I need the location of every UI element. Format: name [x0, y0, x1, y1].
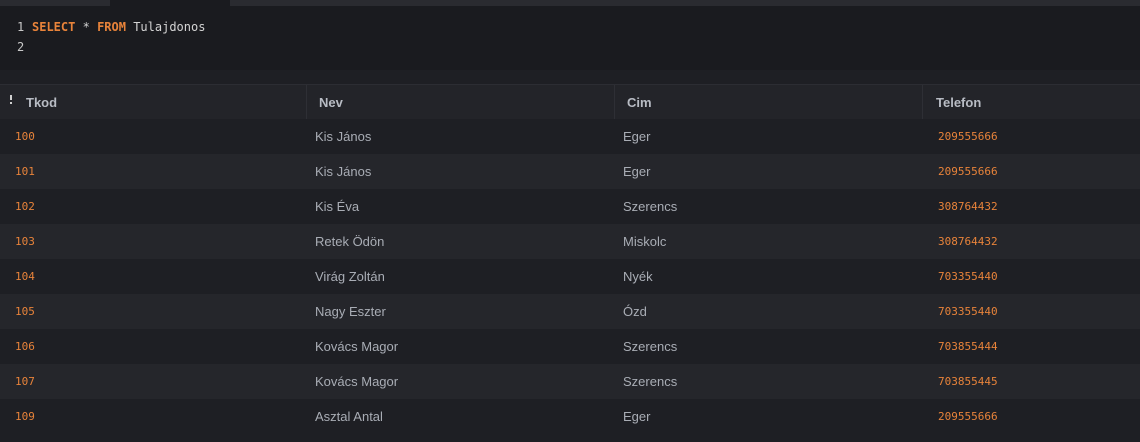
cell-telefon[interactable]: 703355440 [938, 294, 998, 329]
editor-grid-separator [0, 70, 1140, 84]
cell-nev[interactable]: Asztal Antal [315, 399, 383, 434]
editor-line: 2 [0, 37, 1140, 57]
cell-cim[interactable]: Eger [623, 154, 650, 189]
line-number: 2 [17, 40, 25, 54]
column-header-label: Telefon [936, 95, 982, 110]
cell-nev[interactable]: Virág Zoltán [315, 259, 385, 294]
table-row[interactable]: 106 Kovács Magor Szerencs 703855444 [0, 329, 1140, 364]
cell-tkod[interactable]: 109 [15, 399, 35, 434]
cell-nev[interactable]: Kovács Magor [315, 329, 398, 364]
column-header-nev[interactable]: Nev [307, 85, 615, 120]
cell-nev[interactable]: Nagy Eszter [315, 294, 386, 329]
column-header-telefon[interactable]: Telefon [923, 85, 1140, 120]
grid-header: Tkod Nev Cim Telefon [0, 84, 1140, 120]
cell-tkod[interactable]: 101 [15, 154, 35, 189]
column-header-tkod[interactable]: Tkod [0, 85, 307, 120]
cell-telefon[interactable]: 209555666 [938, 399, 998, 434]
cell-telefon[interactable]: 703355440 [938, 259, 998, 294]
column-sort-icon[interactable] [9, 95, 13, 105]
cell-nev[interactable]: Kis János [315, 154, 371, 189]
cell-telefon[interactable]: 209555666 [938, 154, 998, 189]
cell-tkod[interactable]: 102 [15, 189, 35, 224]
cell-nev[interactable]: Retek Ödön [315, 224, 384, 259]
cell-tkod[interactable]: 107 [15, 364, 35, 399]
sql-operator-star: * [82, 20, 90, 34]
table-row[interactable]: 103 Retek Ödön Miskolc 308764432 [0, 224, 1140, 259]
cell-telefon[interactable]: 209555666 [938, 119, 998, 154]
sql-keyword-from: FROM [97, 20, 126, 34]
table-row[interactable]: 107 Kovács Magor Szerencs 703855445 [0, 364, 1140, 399]
query-result-window: 1 SELECT * FROM Tulajdonos 2 Tkod Nev Ci… [0, 0, 1140, 442]
cell-telefon[interactable]: 703855444 [938, 329, 998, 364]
table-row[interactable]: 102 Kis Éva Szerencs 308764432 [0, 189, 1140, 224]
cell-cim[interactable]: Nyék [623, 259, 653, 294]
cell-nev[interactable]: Kis János [315, 119, 371, 154]
sql-table-name: Tulajdonos [133, 20, 206, 34]
column-header-cim[interactable]: Cim [615, 85, 923, 120]
cell-cim[interactable]: Szerencs [623, 364, 677, 399]
sql-editor[interactable]: 1 SELECT * FROM Tulajdonos 2 [0, 6, 1140, 70]
column-header-label: Cim [627, 95, 652, 110]
cell-tkod[interactable]: 104 [15, 259, 35, 294]
cell-nev[interactable]: Kis Éva [315, 189, 359, 224]
column-header-label: Nev [319, 95, 343, 110]
cell-cim[interactable]: Szerencs [623, 329, 677, 364]
cell-cim[interactable]: Szerencs [623, 189, 677, 224]
table-row[interactable]: 105 Nagy Eszter Ózd 703355440 [0, 294, 1140, 329]
table-row[interactable]: 101 Kis János Eger 209555666 [0, 154, 1140, 189]
cell-telefon[interactable]: 308764432 [938, 189, 998, 224]
table-row[interactable]: 100 Kis János Eger 209555666 [0, 119, 1140, 154]
cell-cim[interactable]: Eger [623, 399, 650, 434]
cell-cim[interactable]: Eger [623, 119, 650, 154]
table-row[interactable]: 104 Virág Zoltán Nyék 703355440 [0, 259, 1140, 294]
line-number: 1 [17, 20, 25, 34]
cell-telefon[interactable]: 308764432 [938, 224, 998, 259]
cell-tkod[interactable]: 106 [15, 329, 35, 364]
cell-tkod[interactable]: 103 [15, 224, 35, 259]
cell-cim[interactable]: Ózd [623, 294, 647, 329]
result-grid: Tkod Nev Cim Telefon 100 Kis János Eger … [0, 84, 1140, 442]
cell-nev[interactable]: Kovács Magor [315, 364, 398, 399]
sql-keyword-select: SELECT [32, 20, 76, 34]
table-row[interactable]: 109 Asztal Antal Eger 209555666 [0, 399, 1140, 434]
cell-telefon[interactable]: 703855445 [938, 364, 998, 399]
editor-line: 1 SELECT * FROM Tulajdonos [0, 17, 1140, 37]
cell-tkod[interactable]: 105 [15, 294, 35, 329]
cell-cim[interactable]: Miskolc [623, 224, 666, 259]
cell-tkod[interactable]: 100 [15, 119, 35, 154]
